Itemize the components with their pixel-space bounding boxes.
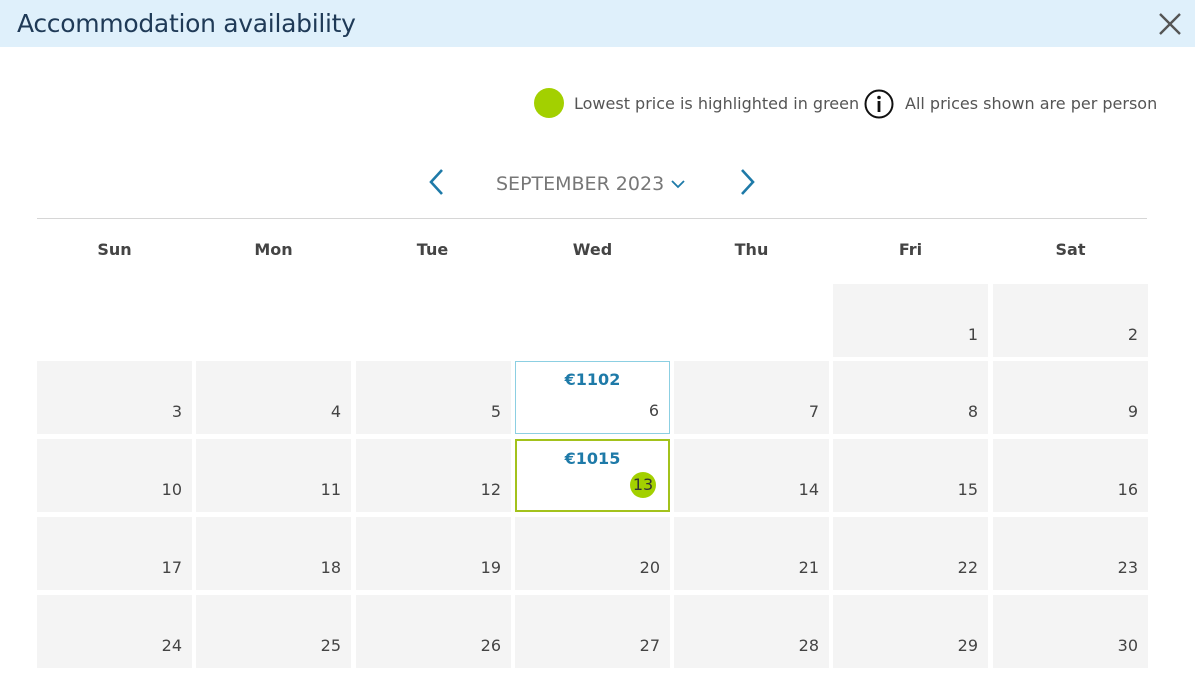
day-number: 11 <box>320 480 341 499</box>
calendar-day[interactable]: 12 <box>356 439 511 512</box>
month-navigation: SEPTEMBER 2023 <box>0 166 1195 202</box>
calendar-day[interactable]: 9 <box>993 361 1148 434</box>
calendar-day[interactable]: 27 <box>515 595 670 668</box>
day-number: 18 <box>320 558 341 577</box>
calendar-day[interactable]: €1015 13 <box>515 439 670 512</box>
day-number: 12 <box>480 480 501 499</box>
calendar-day[interactable]: 3 <box>37 361 192 434</box>
calendar-day[interactable]: 30 <box>993 595 1148 668</box>
calendar-day[interactable]: 5 <box>356 361 511 434</box>
calendar-day[interactable]: 2 <box>993 284 1148 357</box>
day-number: 5 <box>490 402 501 421</box>
month-select[interactable]: SEPTEMBER 2023 <box>496 173 664 195</box>
legend: Lowest price is highlighted in green All… <box>0 88 1195 120</box>
calendar-day[interactable]: 4 <box>196 361 351 434</box>
weekday-label: Sun <box>97 240 132 259</box>
calendar-day[interactable]: 16 <box>993 439 1148 512</box>
weekday-label: Sat <box>1055 240 1086 259</box>
day-number: 26 <box>480 636 501 655</box>
day-number: 29 <box>957 636 978 655</box>
chevron-right-icon[interactable] <box>735 166 759 198</box>
calendar-day[interactable]: 29 <box>833 595 988 668</box>
day-number: 9 <box>1127 402 1138 421</box>
info-icon <box>864 89 894 119</box>
day-number: 17 <box>161 558 182 577</box>
calendar-day[interactable]: 28 <box>674 595 829 668</box>
day-number: 27 <box>639 636 660 655</box>
day-number: 14 <box>798 480 819 499</box>
day-number: 1 <box>967 325 978 344</box>
calendar-day[interactable]: 15 <box>833 439 988 512</box>
calendar-day[interactable]: 26 <box>356 595 511 668</box>
chevron-down-icon[interactable] <box>670 176 686 190</box>
weekday-label: Fri <box>898 240 923 259</box>
day-number: 7 <box>808 402 819 421</box>
weekday-header: Sun Mon Tue Wed Thu Fri Sat <box>37 240 1147 262</box>
calendar-day[interactable]: 8 <box>833 361 988 434</box>
divider <box>37 218 1147 219</box>
day-number: 25 <box>320 636 341 655</box>
day-number: 10 <box>161 480 182 499</box>
calendar-day[interactable]: €1102 6 <box>515 361 670 434</box>
day-number: 24 <box>161 636 182 655</box>
lowest-price-dot-icon <box>534 88 564 118</box>
day-number: 16 <box>1117 480 1138 499</box>
day-number: 28 <box>798 636 819 655</box>
per-person-legend-text: All prices shown are per person <box>905 94 1158 113</box>
day-number: 22 <box>957 558 978 577</box>
calendar-day[interactable]: 22 <box>833 517 988 590</box>
calendar-day[interactable]: 19 <box>356 517 511 590</box>
chevron-left-icon[interactable] <box>425 166 449 198</box>
day-number: 4 <box>330 402 341 421</box>
calendar-day[interactable]: 1 <box>833 284 988 357</box>
modal-title: Accommodation availability <box>17 9 356 38</box>
calendar-day[interactable]: 25 <box>196 595 351 668</box>
weekday-label: Thu <box>734 240 769 259</box>
close-icon[interactable] <box>1155 9 1185 39</box>
calendar-day[interactable]: 11 <box>196 439 351 512</box>
day-number: 20 <box>639 558 660 577</box>
day-number: 15 <box>957 480 978 499</box>
calendar-day[interactable]: 7 <box>674 361 829 434</box>
day-number: 3 <box>171 402 182 421</box>
weekday-label: Tue <box>416 240 449 259</box>
lowest-price-legend-text: Lowest price is highlighted in green <box>574 94 860 113</box>
calendar-day[interactable]: 18 <box>196 517 351 590</box>
calendar-day[interactable]: 21 <box>674 517 829 590</box>
calendar-day[interactable]: 10 <box>37 439 192 512</box>
calendar-day[interactable]: 17 <box>37 517 192 590</box>
day-number: 6 <box>648 401 659 420</box>
calendar-day[interactable]: 14 <box>674 439 829 512</box>
weekday-label: Wed <box>572 240 613 259</box>
calendar-day[interactable]: 20 <box>515 517 670 590</box>
weekday-label: Mon <box>254 240 293 259</box>
day-price: €1102 <box>564 370 621 389</box>
calendar-day[interactable]: 24 <box>37 595 192 668</box>
day-number: 8 <box>967 402 978 421</box>
day-number: 13 <box>630 472 656 498</box>
day-number: 30 <box>1117 636 1138 655</box>
day-number: 19 <box>480 558 501 577</box>
day-number: 23 <box>1117 558 1138 577</box>
day-number: 21 <box>798 558 819 577</box>
calendar-day[interactable]: 23 <box>993 517 1148 590</box>
day-number: 2 <box>1127 325 1138 344</box>
day-price: €1015 <box>564 449 621 468</box>
modal-header: Accommodation availability <box>0 0 1195 47</box>
